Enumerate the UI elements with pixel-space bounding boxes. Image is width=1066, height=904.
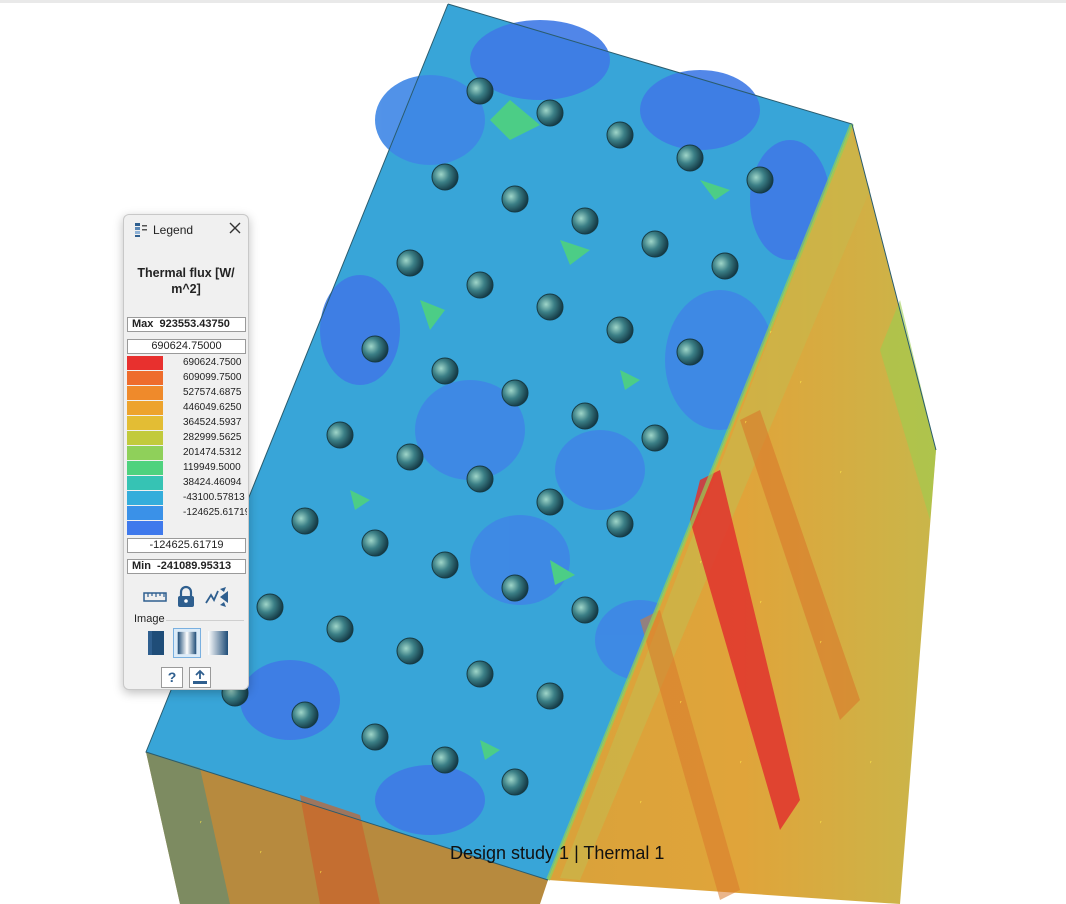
image-style-gradient-button[interactable] — [173, 628, 201, 658]
min-value[interactable]: Min -241089.95313 — [127, 559, 246, 574]
image-group-divider — [166, 620, 244, 621]
quantity-text: Thermal flux [W/ m^2] — [137, 266, 235, 296]
scale-label: 690624.7500 — [183, 357, 242, 368]
scale-row: 119949.5000 — [127, 461, 247, 476]
scale-row: 527574.6875 — [127, 386, 247, 401]
scale-row: -43100.57813 — [127, 491, 247, 506]
scale-label: 364524.5937 — [183, 417, 242, 428]
scale-row: 38424.46094 — [127, 476, 247, 491]
legend-panel[interactable]: Legend Thermal flux [W/ m^2] Max 923553.… — [123, 214, 249, 690]
scale-row: 446049.6250 — [127, 401, 247, 416]
scale-swatch[interactable] — [127, 371, 163, 385]
scale-row: 364524.5937 — [127, 416, 247, 431]
help-label: ? — [167, 669, 177, 685]
lock-icon[interactable] — [173, 585, 199, 609]
scale-label: 609099.7500 — [183, 372, 242, 383]
scale-swatch[interactable] — [127, 431, 163, 445]
scale-label: 119949.5000 — [183, 462, 241, 473]
scale-swatch[interactable] — [127, 521, 163, 535]
help-button[interactable]: ? — [161, 667, 183, 688]
image-group-label: Image — [134, 613, 165, 625]
scale-label: 201474.5312 — [183, 447, 242, 458]
scale-swatch[interactable] — [127, 356, 163, 370]
image-style-right-button[interactable] — [204, 628, 232, 658]
scale-row — [127, 521, 247, 536]
probe-icon[interactable] — [204, 585, 230, 609]
quantity-label: Thermal flux [W/ m^2] — [124, 265, 248, 297]
scale-swatch[interactable] — [127, 461, 163, 475]
scale-swatch[interactable] — [127, 446, 163, 460]
scale-label: -43100.57813 — [183, 492, 245, 503]
scale-swatch[interactable] — [127, 506, 163, 520]
scale-label: 527574.6875 — [183, 387, 242, 398]
scale-swatch[interactable] — [127, 386, 163, 400]
scale-row: -124625.61719 — [127, 506, 247, 521]
scale-row: 201474.5312 — [127, 446, 247, 461]
scale-swatch[interactable] — [127, 416, 163, 430]
color-scale[interactable]: 690624.7500 609099.7500 527574.6875 446049.… — [127, 356, 247, 536]
scale-row: 690624.7500 — [127, 356, 247, 371]
image-style-left-button[interactable] — [142, 628, 170, 658]
legend-icon — [135, 223, 147, 237]
close-icon[interactable] — [228, 221, 242, 235]
scale-row: 609099.7500 — [127, 371, 247, 386]
study-caption: Design study 1 | Thermal 1 — [450, 843, 665, 863]
scale-label: 38424.46094 — [183, 477, 242, 488]
scale-swatch[interactable] — [127, 401, 163, 415]
scale-label: -124625.61719 — [183, 507, 247, 518]
export-button[interactable] — [189, 667, 211, 688]
max-value[interactable]: Max 923553.43750 — [127, 317, 246, 332]
ruler-icon[interactable] — [142, 585, 168, 609]
lower-bound-field[interactable]: -124625.61719 — [127, 538, 246, 553]
legend-title: Legend — [153, 223, 194, 237]
upper-bound-field[interactable]: 690624.75000 — [127, 339, 246, 354]
export-icon — [193, 669, 207, 684]
scale-swatch[interactable] — [127, 491, 163, 505]
legend-header[interactable]: Legend — [124, 215, 248, 245]
scale-label: 446049.6250 — [183, 402, 242, 413]
legend-tools — [124, 585, 248, 609]
scale-label: 282999.5625 — [183, 432, 242, 443]
scale-row: 282999.5625 — [127, 431, 247, 446]
scale-swatch[interactable] — [127, 476, 163, 490]
